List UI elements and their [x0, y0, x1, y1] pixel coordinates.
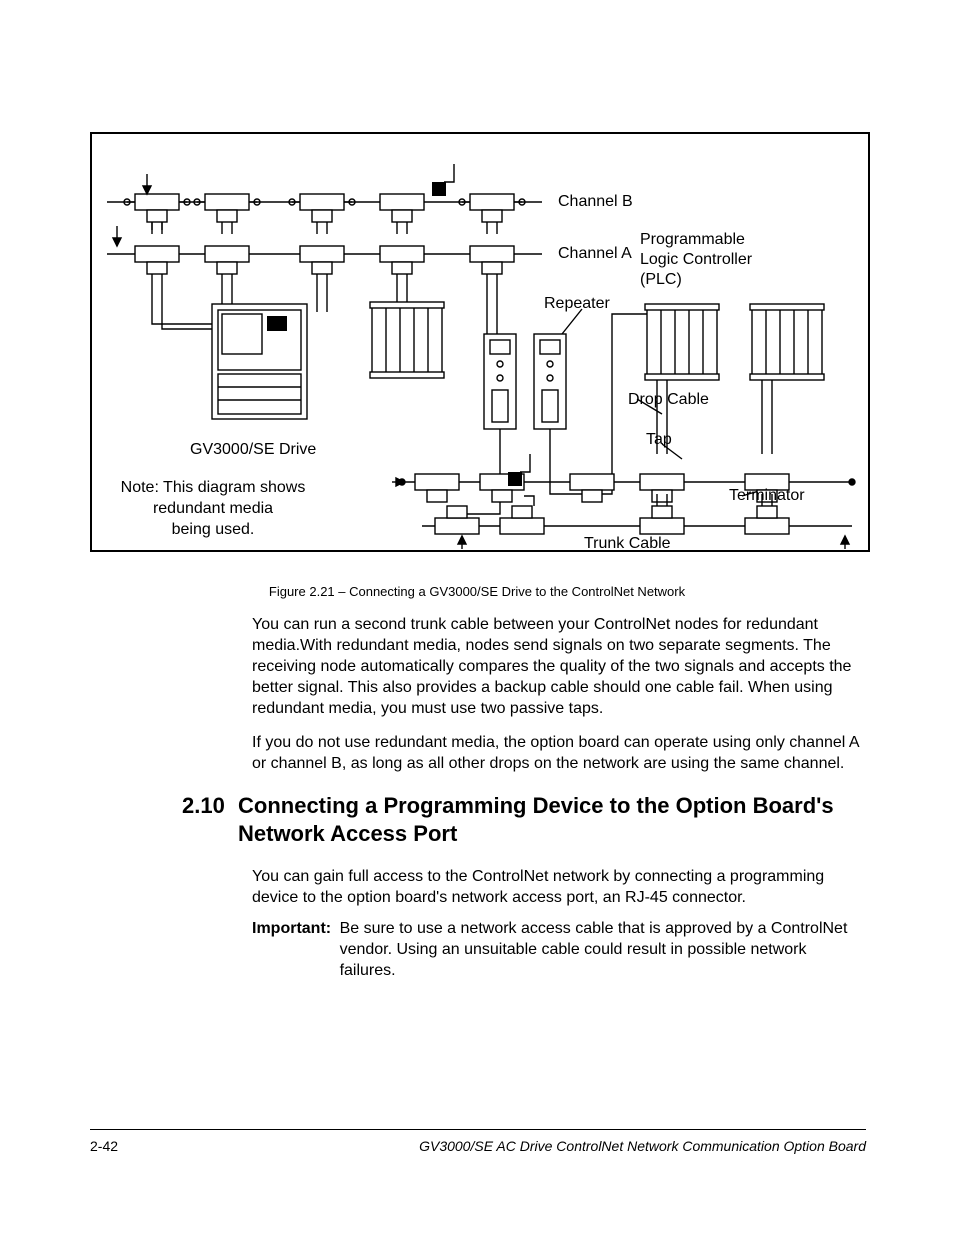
paragraph-redundant-media: You can run a second trunk cable between… [252, 614, 864, 720]
important-body: Be sure to use a network access cable th… [340, 918, 850, 981]
label-plc: Programmable Logic Controller (PLC) [640, 230, 752, 290]
important-note: Important: Be sure to use a network acce… [252, 918, 864, 981]
footer: 2-42 GV3000/SE AC Drive ControlNet Netwo… [90, 1138, 866, 1154]
label-drop-cable: Drop Cable [628, 390, 709, 410]
section-number: 2.10 [182, 792, 238, 820]
label-channel-b: Channel B [558, 192, 633, 212]
section-title: Connecting a Programming Device to the O… [238, 792, 858, 847]
footer-page-number: 2-42 [90, 1138, 118, 1154]
label-tap: Tap [646, 430, 672, 450]
section-paragraph-1: You can gain full access to the ControlN… [252, 866, 864, 908]
paragraph-single-channel: If you do not use redundant media, the o… [252, 732, 864, 774]
section-heading: 2.10Connecting a Programming Device to t… [182, 792, 872, 847]
label-channel-a: Channel A [558, 244, 632, 264]
footer-rule [90, 1129, 866, 1130]
figure-note: Note: This diagram shows redundant media… [108, 478, 318, 540]
figure-caption: Figure 2.21 – Connecting a GV3000/SE Dri… [0, 584, 954, 599]
label-drive: GV3000/SE Drive [190, 440, 316, 460]
figure-frame: Channel B Channel A Programmable Logic C… [90, 132, 870, 552]
important-label: Important: [252, 920, 331, 937]
label-trunk-cable: Trunk Cable [584, 534, 671, 554]
page: Channel B Channel A Programmable Logic C… [0, 0, 954, 1235]
label-repeater: Repeater [544, 294, 610, 314]
label-terminator: Terminator [729, 486, 805, 506]
footer-document-title: GV3000/SE AC Drive ControlNet Network Co… [419, 1138, 866, 1154]
